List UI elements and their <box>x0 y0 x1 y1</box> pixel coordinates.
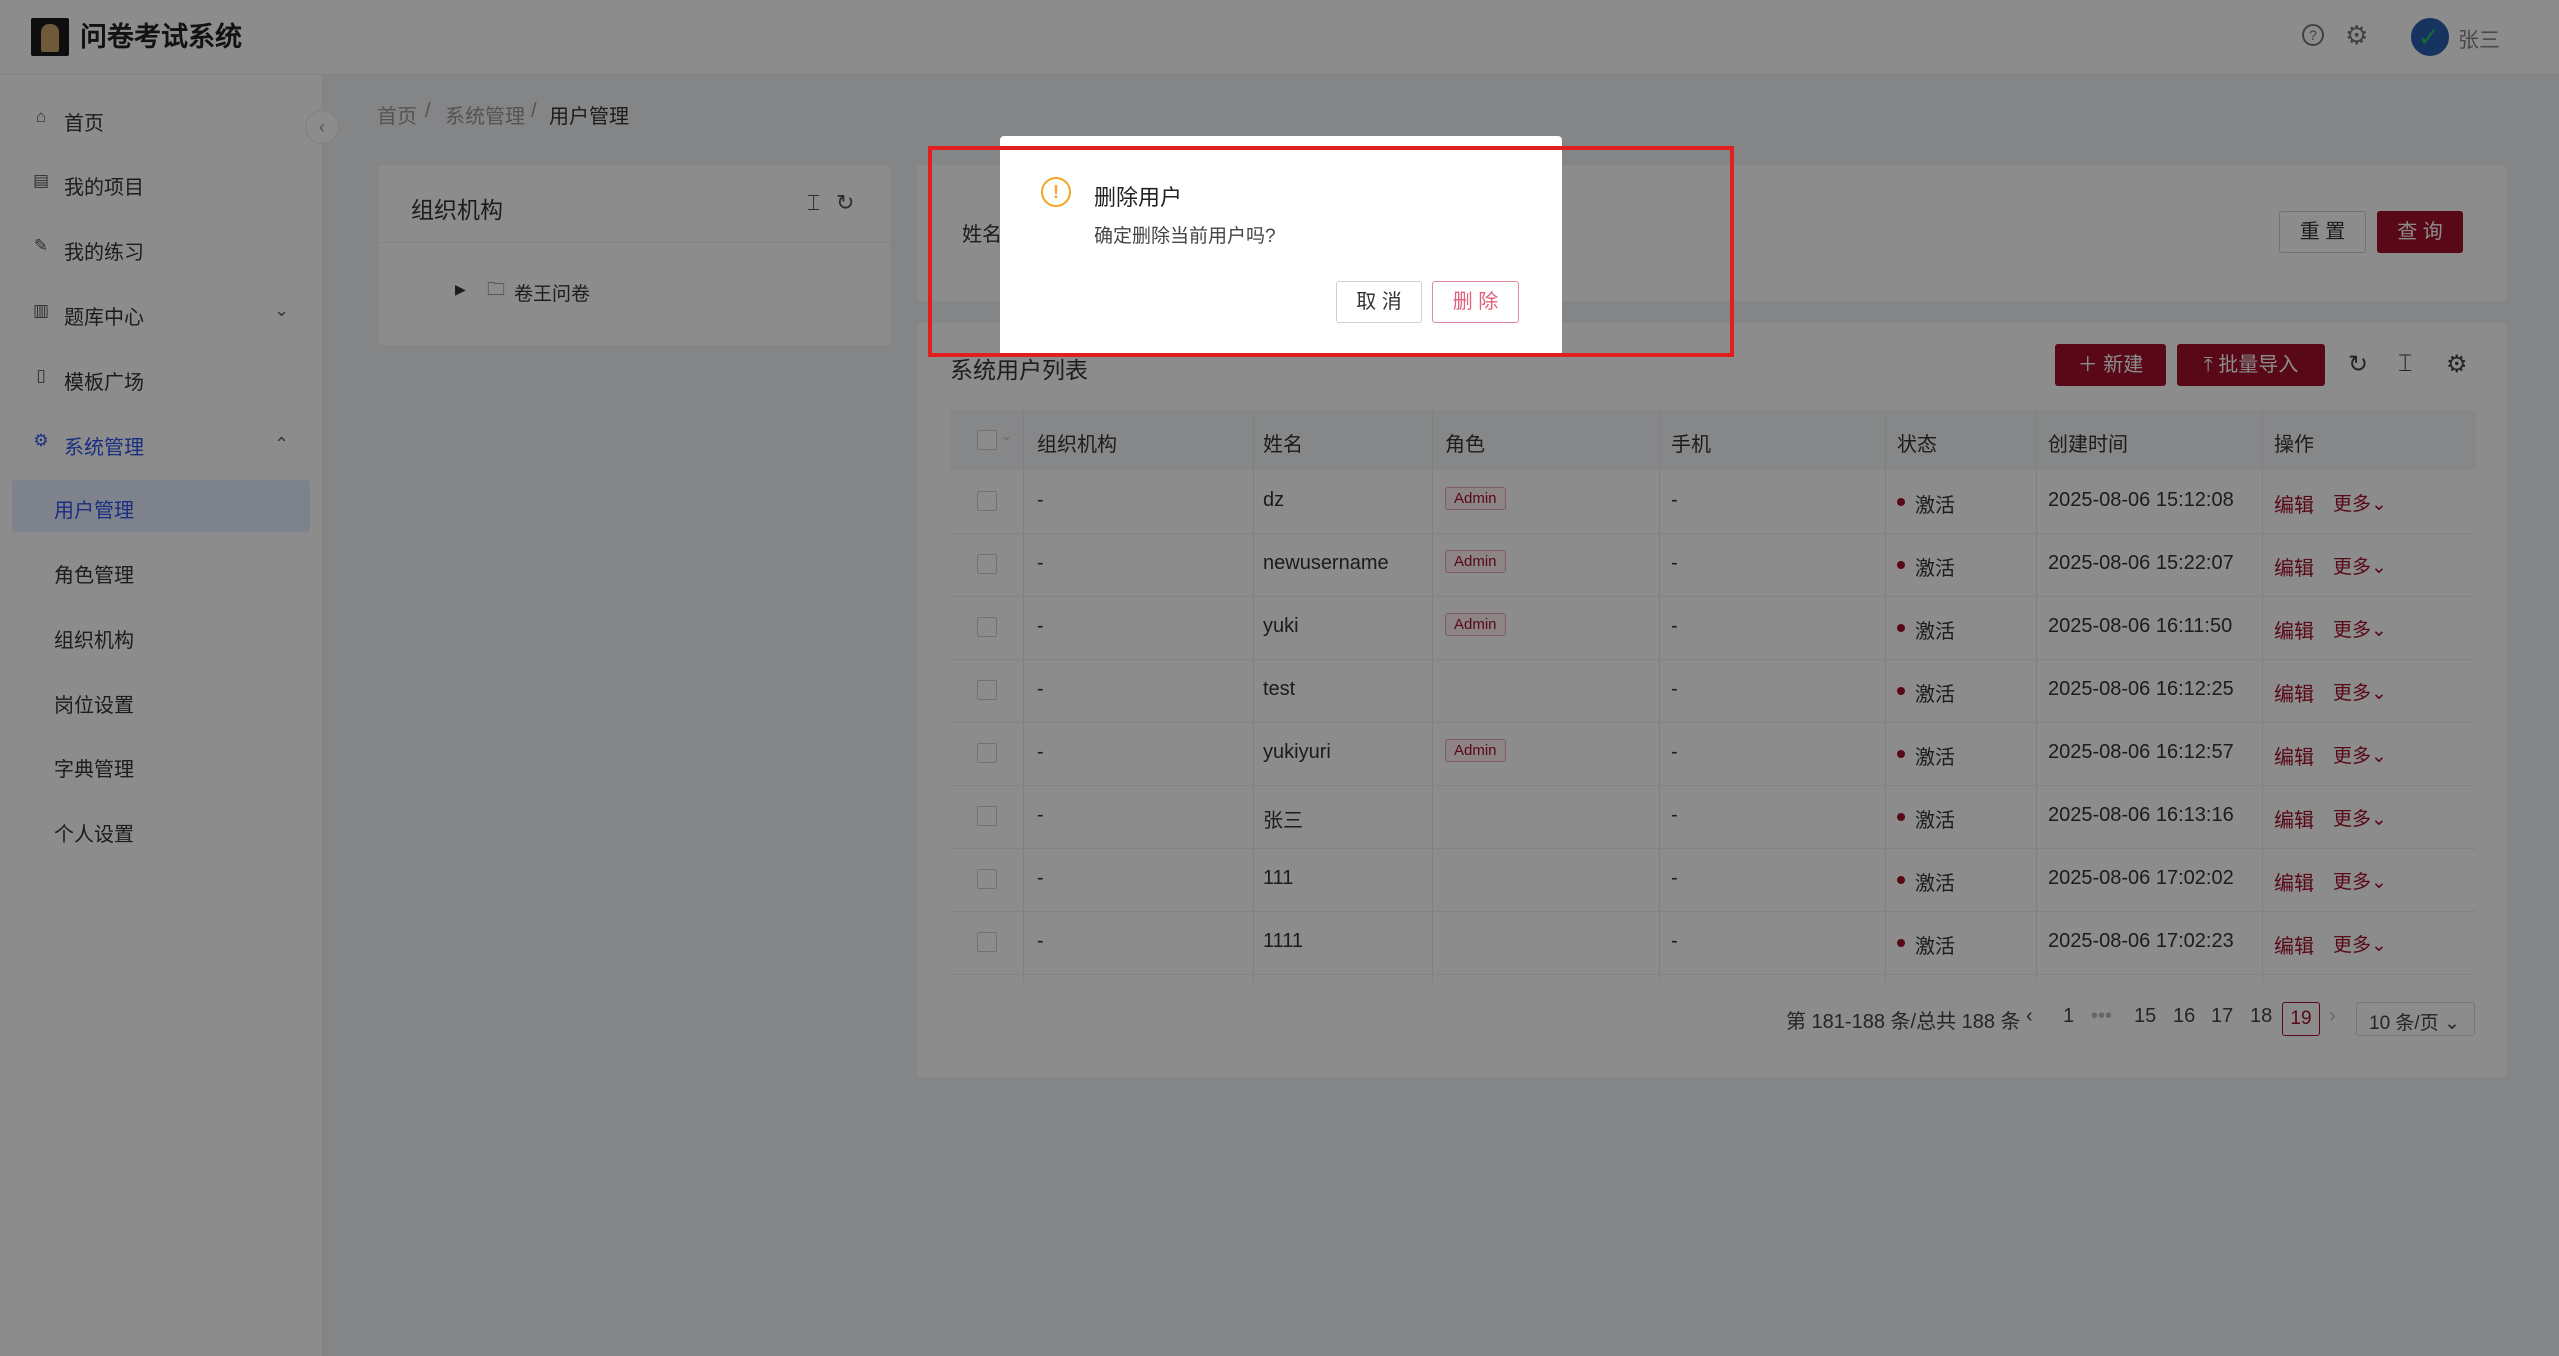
highlight-box <box>928 146 1734 357</box>
